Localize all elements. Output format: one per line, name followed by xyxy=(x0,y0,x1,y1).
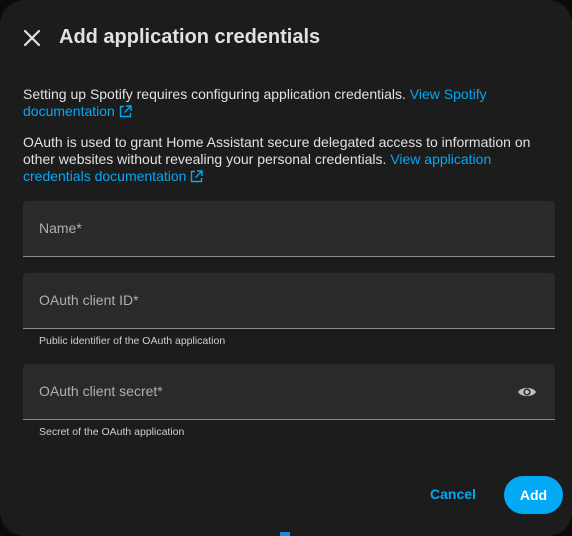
eye-icon xyxy=(518,387,536,397)
client-secret-helper-text: Secret of the OAuth application xyxy=(39,426,185,438)
cancel-button[interactable]: Cancel xyxy=(420,476,486,512)
close-button[interactable] xyxy=(16,22,48,54)
close-icon xyxy=(23,29,41,47)
name-field[interactable]: Name* xyxy=(23,201,555,257)
toggle-secret-visibility-button[interactable] xyxy=(515,380,539,404)
open-in-new-icon xyxy=(119,105,132,118)
add-credentials-dialog: Add application credentials Setting up S… xyxy=(0,0,572,536)
name-field-label: Name* xyxy=(39,220,82,236)
client-id-field[interactable]: OAuth client ID* xyxy=(23,273,555,329)
intro-text: Setting up Spotify requires configuring … xyxy=(23,86,410,102)
intro-paragraph: Setting up Spotify requires configuring … xyxy=(23,86,543,120)
dialog-title: Add application credentials xyxy=(59,26,321,48)
client-secret-field[interactable]: OAuth client secret* xyxy=(23,364,555,420)
client-secret-field-label: OAuth client secret* xyxy=(39,383,163,399)
open-in-new-icon xyxy=(191,170,204,183)
client-id-field-label: OAuth client ID* xyxy=(39,292,139,308)
dialog-header: Add application credentials xyxy=(0,20,572,56)
oauth-info-paragraph: OAuth is used to grant Home Assistant se… xyxy=(23,134,543,185)
background-element xyxy=(280,532,290,536)
client-id-helper-text: Public identifier of the OAuth applicati… xyxy=(39,335,226,347)
add-button[interactable]: Add xyxy=(504,476,563,514)
